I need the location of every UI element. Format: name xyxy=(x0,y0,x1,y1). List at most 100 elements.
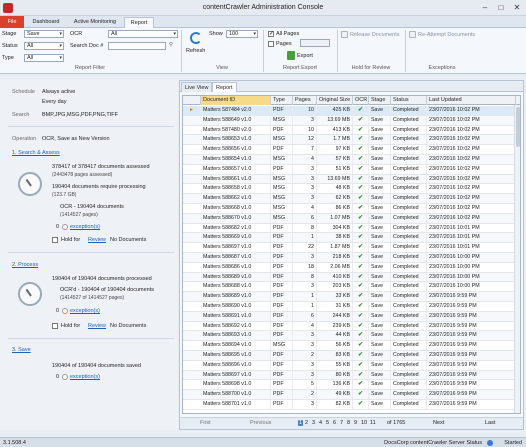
hold-for-review-checkbox[interactable] xyxy=(52,323,58,329)
cell-pages: 2 xyxy=(293,390,317,400)
table-row[interactable]: Matters 588701 v1.0 PDF 3 82 KB ✔ Save Complet… xyxy=(183,400,520,410)
process-link[interactable]: 2. Process xyxy=(12,262,38,268)
col-stage[interactable]: Stage xyxy=(369,96,391,105)
table-row[interactable]: Matters 588670 v1.0 MSG 6 1.07 MB ✔ Save Compl… xyxy=(183,213,520,224)
page-number-2[interactable]: 2 xyxy=(305,420,308,426)
pages-input[interactable] xyxy=(300,39,330,47)
table-row[interactable]: Matters 588697 v1.0 PDF 22 1.87 MB ✔ Save Comp… xyxy=(183,243,520,253)
table-row[interactable]: Matters 588657 v1.0 PDF 3 51 KB ✔ Save Complet… xyxy=(183,164,520,175)
next-page-button[interactable]: Next xyxy=(433,420,444,426)
table-row[interactable]: Matters 588662 v1.0 MSG 3 62 KB ✔ Save Complet… xyxy=(183,194,520,204)
page-number-3[interactable]: 3 xyxy=(312,420,315,426)
table-row[interactable]: Matters 588698 v1.0 PDF 5 136 KB ✔ Save Comple… xyxy=(183,380,520,391)
col-ocr[interactable]: OCR xyxy=(353,96,369,105)
all-pages-checkbox[interactable] xyxy=(268,30,274,37)
table-row[interactable]: Matters 588668 v1.0 MSG 4 86 KB ✔ Save Complet… xyxy=(183,204,520,214)
hold-for-review-checkbox[interactable] xyxy=(52,237,58,243)
page-number-4[interactable]: 4 xyxy=(319,420,322,426)
table-row[interactable]: Matters 588654 v1.0 MSG 4 57 KB ✔ Save Complet… xyxy=(183,155,520,165)
table-row[interactable]: Matters 588696 v1.0 PDF 3 55 KB ✔ Save Complet… xyxy=(183,360,520,371)
tab-active-monitoring[interactable]: Active Monitoring xyxy=(67,17,123,28)
table-row[interactable]: Matters 588686 v1.0 PDF 18 2.06 MB ✔ Save Comp… xyxy=(183,262,520,273)
tab-report-view[interactable]: Report xyxy=(212,82,237,92)
col-status[interactable]: Status xyxy=(391,96,427,105)
table-row[interactable]: Matters 588690 v1.0 PDF 1 31 KB ✔ Save Complet… xyxy=(183,302,520,312)
cell-type: MSG xyxy=(271,155,293,164)
tab-report[interactable]: Report xyxy=(124,17,154,28)
col-original-size[interactable]: Original Size xyxy=(317,96,353,105)
table-row[interactable]: Matters 588656 v1.0 PDF 7 97 KB ✔ Save Complet… xyxy=(183,145,520,155)
type-dropdown[interactable]: All ▾ xyxy=(24,54,64,62)
vertical-scrollbar[interactable] xyxy=(514,105,520,413)
refresh-icon[interactable] xyxy=(190,32,202,44)
reattempt-documents-button[interactable]: Re-Attempt Documents xyxy=(409,31,475,38)
table-row[interactable]: Matters 588694 v1.0 MSG 3 56 KB ✔ Save Complet… xyxy=(183,341,520,351)
close-button[interactable]: ✕ xyxy=(511,2,523,13)
col-pages[interactable]: Pages xyxy=(293,96,317,105)
search-assess-link[interactable]: 1. Search & Assess xyxy=(12,150,60,156)
page-number-6[interactable]: 6 xyxy=(333,420,336,426)
col-last-updated[interactable]: Last Updated xyxy=(427,96,516,105)
exceptions-link[interactable]: exception(s) xyxy=(70,374,100,380)
previous-page-button[interactable]: Previous xyxy=(250,420,271,426)
table-row[interactable]: Matters 588669 v1.0 PDF 1 38 KB ✔ Save Complet… xyxy=(183,233,520,244)
table-row[interactable]: Matters 588689 v1.0 PDF 8 410 KB ✔ Save Comple… xyxy=(183,272,520,283)
page-number-8[interactable]: 8 xyxy=(347,420,350,426)
cell-type: MSG xyxy=(271,341,293,351)
tab-file[interactable]: File xyxy=(0,16,24,28)
export-icon[interactable] xyxy=(287,51,295,60)
tab-dashboard[interactable]: Dashboard xyxy=(28,17,64,28)
table-row[interactable]: Matters 588691 v1.0 PDF 6 244 KB ✔ Save Comple… xyxy=(183,311,520,322)
table-row[interactable]: Matters 588697 v1.0 PDF 3 80 KB ✔ Save Complet… xyxy=(183,370,520,381)
table-row[interactable]: Matters 588688 v1.0 PDF 3 203 KB ✔ Save Comple… xyxy=(183,282,520,293)
table-row[interactable]: Matters 588689 v1.0 PDF 1 33 KB ✔ Save Complet… xyxy=(183,292,520,302)
table-row[interactable]: Matters 587480 v2.0 PDF 10 413 KB ✔ Save Compl… xyxy=(183,125,520,136)
table-row[interactable]: Matters 588687 v1.0 PDF 3 218 KB ✔ Save Comple… xyxy=(183,253,520,263)
first-page-button[interactable]: First xyxy=(200,420,211,426)
minimize-button[interactable]: – xyxy=(479,2,491,13)
show-dropdown[interactable]: 100 ▾ xyxy=(226,30,258,38)
scrollbar-thumb[interactable] xyxy=(516,107,520,147)
table-row[interactable]: Matters 588700 v1.0 PDF 2 49 KB ✔ Save Complet… xyxy=(183,390,520,400)
table-row[interactable]: Matters 588693 v1.0 PDF 3 44 KB ✔ Save Complet… xyxy=(183,331,520,342)
release-documents-button[interactable]: Release Documents xyxy=(341,31,400,38)
review-link[interactable]: Review xyxy=(88,323,106,329)
table-row[interactable]: Matters 588695 v1.0 PDF 2 83 KB ✔ Save Complet… xyxy=(183,351,520,361)
page-number-10[interactable]: 10 xyxy=(361,420,367,426)
col-document-id[interactable]: Document ID xyxy=(201,96,271,105)
cell-last-updated: 23/07/2016 10:01 PM xyxy=(427,243,516,253)
last-page-button[interactable]: Last xyxy=(485,420,495,426)
table-row[interactable]: Matters 588692 v1.0 PDF 4 239 KB ✔ Save Comple… xyxy=(183,321,520,332)
search-doc-input[interactable] xyxy=(108,42,166,50)
page-number-11[interactable]: 11 xyxy=(370,420,376,426)
cell-type: PDF xyxy=(271,223,293,233)
cell-ocr: ✔ xyxy=(353,253,369,262)
stage-dropdown[interactable]: Save ▾ xyxy=(24,30,64,38)
table-row[interactable]: Matters 588649 v1.0 MSG 3 13.69 MB ✔ Save Comp… xyxy=(183,115,520,126)
export-button[interactable]: Export xyxy=(297,53,313,59)
exceptions-group-label: Exceptions xyxy=(428,65,456,71)
refresh-button[interactable]: Refresh xyxy=(186,48,205,54)
table-row[interactable]: Matters 588682 v1.0 PDF 8 304 KB ✔ Save Comple… xyxy=(183,223,520,234)
ocr-dropdown[interactable]: All ▾ xyxy=(108,30,178,38)
status-dropdown[interactable]: All ▾ xyxy=(24,42,64,50)
table-row[interactable]: ▸ Matters 587484 v2.0 PDF 10 425 KB ✔ Save Comp… xyxy=(183,106,520,116)
exceptions-link[interactable]: exception(s) xyxy=(70,308,100,314)
maximize-button[interactable]: □ xyxy=(495,2,507,13)
page-number-1[interactable]: 1 xyxy=(298,420,304,426)
cell-document-id: Matters 588661 v1.0 xyxy=(201,174,271,184)
page-number-5[interactable]: 5 xyxy=(326,420,329,426)
exceptions-link[interactable]: exception(s) xyxy=(70,224,100,230)
table-row[interactable]: Matters 588661 v1.0 MSG 3 13.69 MB ✔ Save Comp… xyxy=(183,174,520,185)
cell-stage: Save xyxy=(369,223,391,233)
search-icon[interactable]: ⚲ xyxy=(169,42,173,48)
tab-live-view[interactable]: Live View xyxy=(181,82,213,92)
page-number-9[interactable]: 9 xyxy=(354,420,357,426)
save-link[interactable]: 3. Save xyxy=(12,347,31,353)
table-row[interactable]: Matters 588658 v1.0 MSG 3 48 KB ✔ Save Complet… xyxy=(183,184,520,195)
page-number-7[interactable]: 7 xyxy=(340,420,343,426)
review-link[interactable]: Review xyxy=(88,237,106,243)
col-type[interactable]: Type xyxy=(271,96,293,105)
table-row[interactable]: Matters 588653 v1.0 MSG 12 1.7 MB ✔ Save Compl… xyxy=(183,135,520,146)
pages-checkbox[interactable] xyxy=(268,41,274,47)
